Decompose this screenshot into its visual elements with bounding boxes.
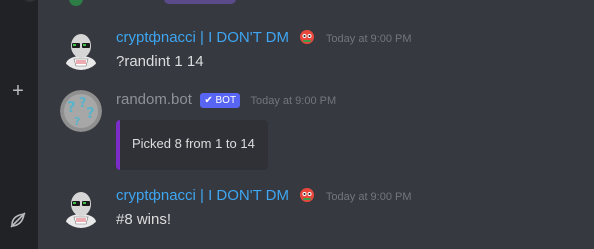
embed-accent-bar <box>116 120 120 170</box>
svg-text:?: ? <box>74 115 80 128</box>
bot-avatar[interactable]: ? ? ? ? <box>60 90 102 132</box>
leaf-slash-icon[interactable] <box>9 211 27 229</box>
avatar[interactable] <box>60 186 102 228</box>
timestamp: Today at 9:00 PM <box>325 191 412 203</box>
timestamp: Today at 9:00 PM <box>325 33 412 45</box>
pepe-emoji-icon <box>299 29 315 45</box>
message-text: ?randint 1 14 <box>116 53 204 70</box>
username[interactable]: cryptфnacci | I DON'T DM <box>116 187 289 204</box>
pepe-emoji-icon <box>299 187 315 203</box>
message-text: #8 wins! <box>116 211 172 228</box>
avatar[interactable] <box>60 28 102 70</box>
username[interactable]: cryptфnacci | I DON'T DM <box>116 29 289 46</box>
embed: Picked 8 from 1 to 14 <box>116 120 268 170</box>
username[interactable]: random.bot <box>116 91 192 108</box>
svg-text:?: ? <box>86 104 95 122</box>
partial-element-above <box>164 0 236 4</box>
bot-tag: ✔ BOT <box>200 93 241 108</box>
server-rail: + <box>0 0 38 249</box>
embed-text: Picked 8 from 1 to 14 <box>132 136 255 151</box>
timestamp: Today at 9:00 PM <box>250 95 337 107</box>
partial-avatar-above <box>69 0 83 6</box>
server-icon-partial[interactable] <box>22 0 38 2</box>
add-server-icon[interactable]: + <box>8 81 28 101</box>
svg-text:?: ? <box>67 98 76 116</box>
